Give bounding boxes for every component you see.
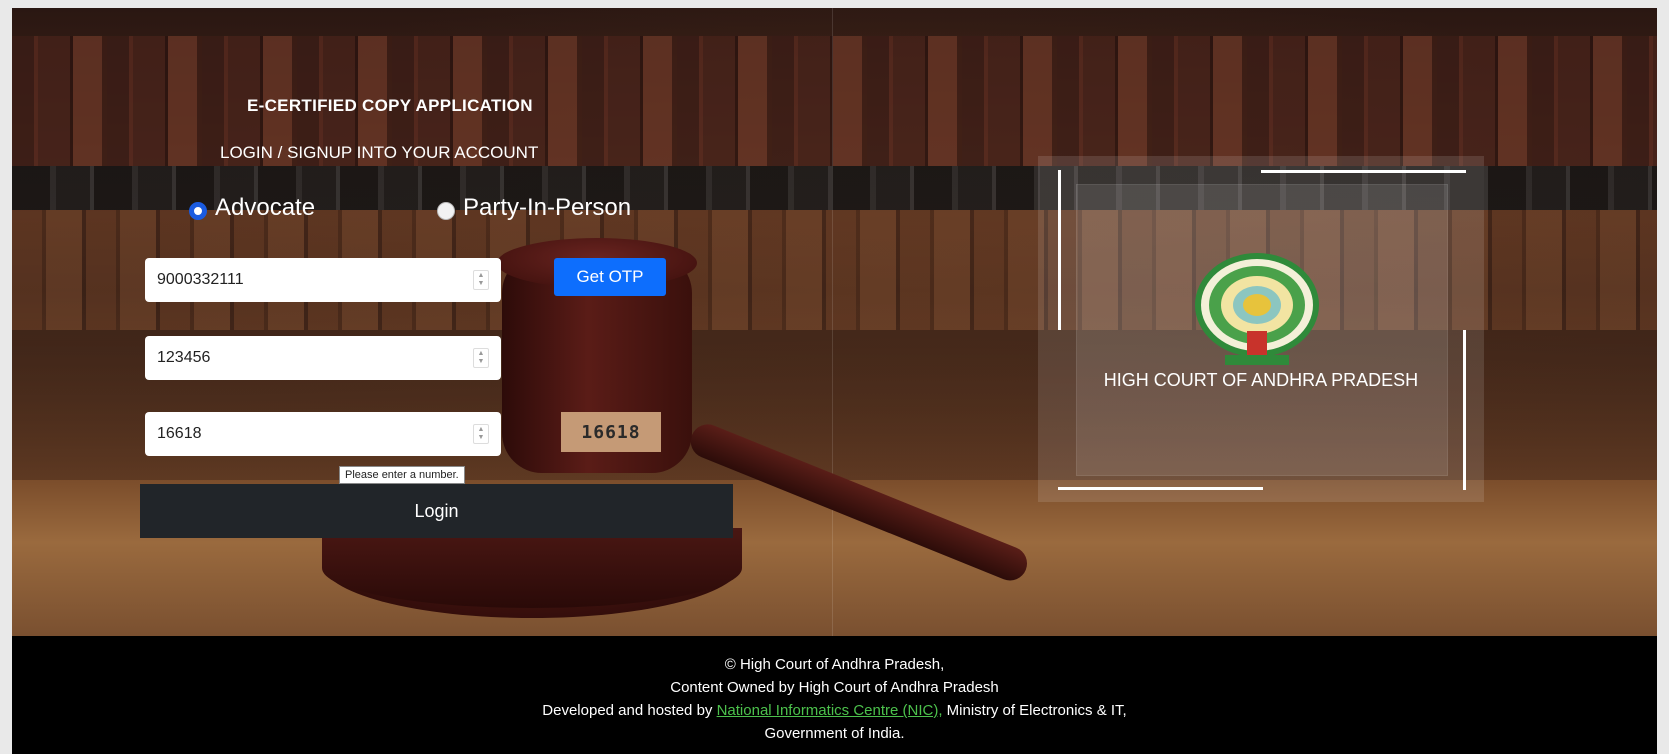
radio-unselected-icon[interactable] (437, 202, 455, 220)
hero-background: E-CERTIFIED COPY APPLICATION LOGIN / SIG… (12, 8, 1657, 636)
validation-tooltip: Please enter a number. (339, 466, 465, 484)
number-spinner-icon[interactable]: ▲ ▼ (473, 348, 489, 368)
logo-card-label: HIGH COURT OF ANDHRA PRADESH (1103, 370, 1419, 390)
gavel-block-side (322, 528, 742, 608)
mobile-number-value: 9000332111 (157, 271, 244, 288)
nic-link[interactable]: National Informatics Centre (NIC), (717, 702, 943, 719)
card-border-line (1463, 330, 1466, 490)
footer-copyright: © High Court of Andhra Pradesh, (724, 656, 945, 673)
captcha-value: 16618 (157, 425, 202, 442)
footer-government: Government of India. (764, 725, 905, 742)
otp-input[interactable]: 123456 ▲ ▼ (145, 336, 501, 380)
card-border-line (1058, 170, 1061, 330)
radio-advocate-label: Advocate (215, 194, 316, 221)
mobile-number-input[interactable]: 9000332111 ▲ ▼ (145, 258, 501, 302)
page-frame: E-CERTIFIED COPY APPLICATION LOGIN / SIG… (12, 8, 1657, 754)
captcha-image: 16618 (561, 412, 661, 452)
page-subtitle: LOGIN / SIGNUP INTO YOUR ACCOUNT (220, 143, 539, 162)
card-border-line (1058, 487, 1263, 490)
captcha-input[interactable]: 16618 ▲ ▼ (145, 412, 501, 456)
card-border-line (1261, 170, 1466, 173)
login-button[interactable]: Login (140, 484, 733, 538)
background-seam (832, 8, 833, 636)
footer-developed-prefix: Developed and hosted by (542, 702, 713, 719)
radio-party-in-person[interactable]: Party-In-Person (437, 194, 631, 222)
get-otp-button[interactable]: Get OTP (554, 258, 666, 296)
otp-value: 123456 (157, 349, 211, 366)
radio-party-label: Party-In-Person (463, 194, 632, 221)
footer-ministry: Ministry of Electronics & IT, (946, 702, 1127, 719)
number-spinner-icon[interactable]: ▲ ▼ (473, 424, 489, 444)
footer: © High Court of Andhra Pradesh, Content … (12, 636, 1657, 754)
footer-owner: Content Owned by High Court of Andhra Pr… (670, 679, 999, 696)
ap-high-court-emblem-icon (1195, 253, 1319, 365)
radio-advocate[interactable]: Advocate (189, 194, 315, 222)
footer-developed-by: Developed and hosted by National Informa… (12, 699, 1657, 722)
radio-selected-icon[interactable] (189, 202, 207, 220)
page-title: E-CERTIFIED COPY APPLICATION (247, 96, 533, 115)
number-spinner-icon[interactable]: ▲ ▼ (473, 270, 489, 290)
